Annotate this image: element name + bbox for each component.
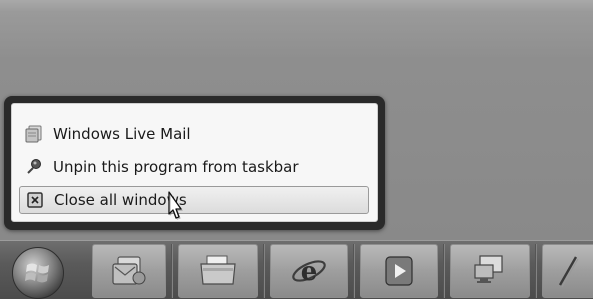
jump-list-item-unpin[interactable]: Unpin this program from taskbar bbox=[19, 153, 369, 181]
start-button[interactable] bbox=[12, 247, 64, 299]
unpin-icon bbox=[24, 157, 44, 177]
taskbar-separator bbox=[443, 244, 445, 298]
taskbar-separator bbox=[263, 244, 265, 298]
jump-list-item-label: Unpin this program from taskbar bbox=[53, 158, 299, 176]
windows-start-orb-icon bbox=[25, 263, 49, 283]
taskbar: e bbox=[0, 240, 593, 299]
windows-live-mail-icon bbox=[112, 256, 146, 285]
internet-explorer-icon: e bbox=[292, 257, 326, 287]
svg-text:e: e bbox=[301, 257, 318, 287]
taskbar-separator bbox=[535, 244, 537, 298]
media-player-icon bbox=[385, 256, 413, 286]
taskbar-button-remote-desktop[interactable] bbox=[450, 244, 530, 298]
taskbar-button-windows-live-mail[interactable] bbox=[92, 244, 166, 298]
taskbar-button-media-player[interactable] bbox=[360, 244, 438, 298]
taskbar-jump-list: Windows Live Mail Unpin this program fro… bbox=[4, 96, 385, 230]
taskbar-separator bbox=[171, 244, 173, 298]
taskbar-button-file-explorer[interactable] bbox=[178, 244, 258, 298]
windows-live-mail-icon bbox=[24, 124, 44, 144]
jump-list-panel: Windows Live Mail Unpin this program fro… bbox=[11, 103, 378, 222]
jump-list-item-windows-live-mail[interactable]: Windows Live Mail bbox=[19, 120, 369, 148]
taskbar-separator bbox=[353, 244, 355, 298]
remote-desktop-icon bbox=[474, 255, 503, 283]
pen-icon bbox=[558, 256, 579, 288]
taskbar-button-pen[interactable] bbox=[542, 244, 593, 298]
mouse-pointer-icon bbox=[168, 191, 183, 220]
taskbar-button-internet-explorer[interactable]: e bbox=[270, 244, 348, 298]
jump-list-item-label: Windows Live Mail bbox=[53, 125, 191, 143]
close-window-icon bbox=[25, 190, 45, 210]
file-explorer-icon bbox=[200, 255, 236, 285]
jump-list-item-close-all-windows[interactable]: Close all windows bbox=[19, 186, 369, 214]
